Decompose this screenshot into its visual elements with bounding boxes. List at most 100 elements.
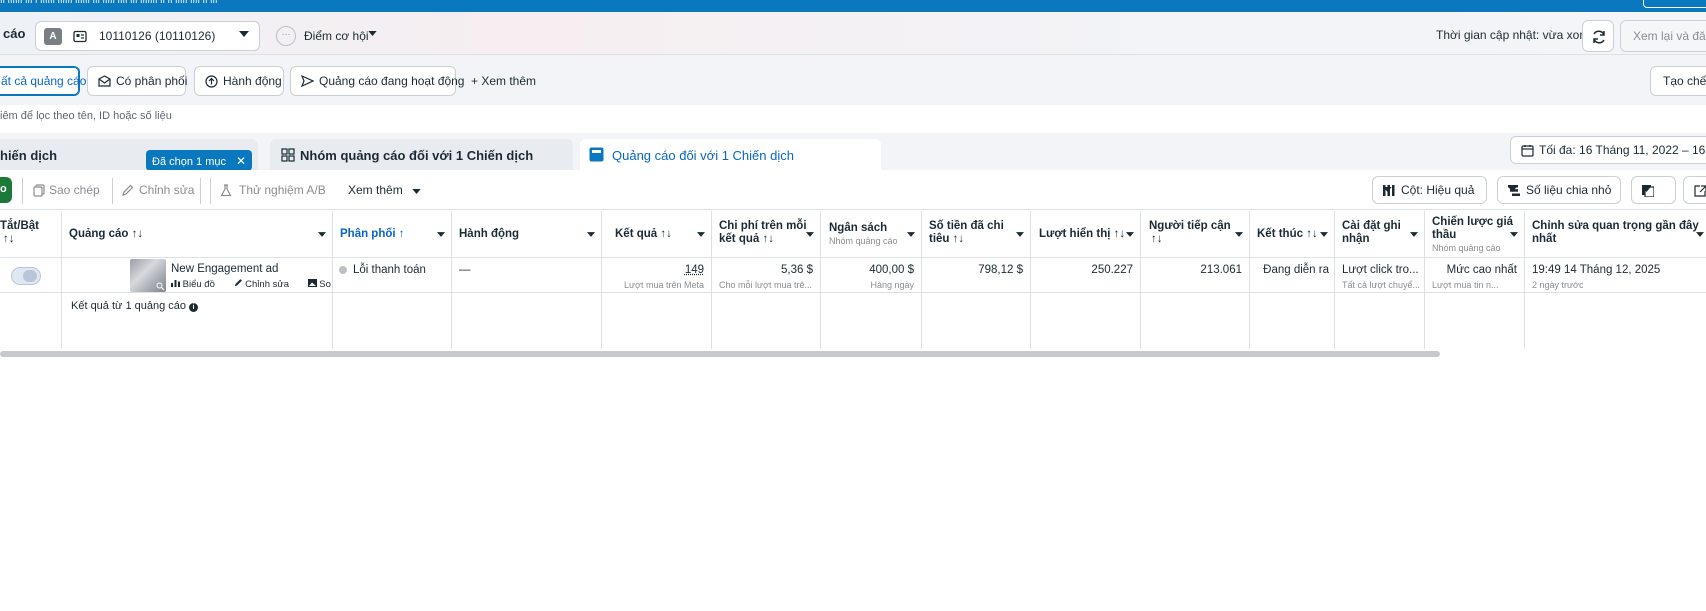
header-budget-sub: Nhóm quảng cáo — [829, 236, 898, 246]
edit-button[interactable]: Chỉnh sửa — [122, 178, 202, 204]
table-row-budget: 400,00 $ Hàng ngày — [821, 258, 922, 293]
breakdown-button[interactable]: Số liệu chia nhỏ — [1497, 176, 1621, 204]
pencil-icon — [234, 279, 242, 287]
delivery-status: Lỗi thanh toán — [339, 264, 426, 276]
edit-label: Chỉnh sửa — [139, 183, 195, 197]
columns-button[interactable]: Cột: Hiệu quả — [1372, 176, 1487, 204]
header-delivery-label: Phân phối ↑ — [340, 228, 405, 240]
level-tabs: hiến dịch Đã chọn 1 mục ✕ Nhóm quảng cáo … — [0, 133, 1706, 171]
filter-delivery[interactable]: Có phân phối — [87, 66, 187, 96]
table-row-delivery: Lỗi thanh toán — [333, 258, 452, 293]
filter-active-ads-label: Quảng cáo đang hoạt động — [319, 74, 465, 88]
ab-test-button[interactable]: Thử nghiệm A/B — [220, 178, 330, 204]
table-row-cost: 5,36 $ Cho mỗi lượt mua trê... — [712, 258, 821, 293]
tab-campaigns-label: hiến dịch — [0, 148, 58, 163]
ab-test-label: Thử nghiệm A/B — [239, 183, 326, 197]
results-value[interactable]: 149 — [685, 264, 704, 276]
search-bar[interactable]: iêm để lọc theo tên, ID hoặc số liệu — [0, 105, 1706, 133]
budget-value: 400,00 $ — [869, 264, 914, 276]
duplicate-label: Sao chép — [49, 183, 100, 197]
toggle-knob — [23, 270, 37, 282]
filter-actions[interactable]: Hành động — [194, 66, 284, 96]
filter-active-ads[interactable]: Quảng cáo đang hoạt động — [290, 66, 464, 96]
header-actions[interactable]: Hành động — [452, 211, 602, 258]
date-range-label: Tối đa: 16 Tháng 11, 2022 – 16 Tháng — [1539, 143, 1706, 157]
selected-badge[interactable]: Đã chọn 1 mục ✕ — [146, 150, 253, 171]
header-spent-line2: tiêu ↑↓ — [929, 233, 965, 245]
export-button[interactable] — [1683, 176, 1706, 204]
chevron-down-icon — [697, 232, 705, 237]
reports-button[interactable] — [1631, 176, 1676, 204]
chevron-down-icon — [1016, 232, 1024, 237]
footer-cell — [333, 293, 452, 349]
impressions-value: 250.227 — [1091, 264, 1133, 276]
edit-link[interactable]: Chỉnh sửa — [234, 279, 298, 290]
tab-adsets-label: Nhóm quảng cáo đối với 1 Chiến dịch — [300, 148, 534, 163]
banner-button[interactable] — [1643, 0, 1706, 8]
header-reach[interactable]: Người tiếp cận ↑↓ — [1141, 211, 1250, 258]
delivery-status-label: Lỗi thanh toán — [353, 264, 426, 276]
ad-thumbnail[interactable] — [130, 259, 166, 292]
tab-ads[interactable]: Quảng cáo đối với 1 Chiến dịch — [580, 139, 881, 170]
divider — [112, 178, 113, 204]
ad-toggle[interactable] — [11, 267, 41, 285]
chevron-down-icon — [1410, 232, 1418, 237]
grid-icon — [281, 148, 295, 162]
header-edit-line1: Chỉnh sửa quan trọng gần đây — [1532, 220, 1699, 232]
chevron-down-icon — [587, 232, 595, 237]
header-ends[interactable]: Kết thúc ↑↓ — [1250, 211, 1335, 258]
header-toggle-label: Tắt/Bật — [0, 220, 39, 232]
header-amount-spent[interactable]: Số tiền đã chi tiêu ↑↓ — [922, 211, 1031, 258]
header-ad[interactable]: Quảng cáo ↑↓ — [62, 211, 333, 258]
create-view-button[interactable]: Tạo chế độ — [1650, 66, 1706, 96]
header-delivery[interactable]: Phân phối ↑ — [333, 211, 452, 258]
opportunity-score-icon: ··· — [276, 26, 296, 46]
search-input[interactable]: iêm để lọc theo tên, ID hoặc số liệu — [0, 110, 172, 122]
calendar-icon — [1521, 145, 1534, 157]
update-status: Thời gian cập nhật: vừa xong — [1436, 28, 1593, 42]
ends-value: Đang diễn ra — [1263, 264, 1329, 276]
header-bid-strategy[interactable]: Chiến lược giá thầu Nhóm quảng cáo — [1425, 211, 1525, 258]
duplicate-button[interactable]: Sao chép — [33, 178, 103, 204]
actions-value: — — [459, 264, 471, 276]
filter-all-ads[interactable]: ất cả quảng cáo — [0, 66, 86, 96]
footer-cell — [1525, 293, 1706, 349]
filter-see-more[interactable]: + Xem thêm — [471, 74, 536, 88]
chevron-down-icon — [437, 232, 445, 237]
create-button[interactable]: o — [0, 177, 12, 203]
header-attribution-line2: nhận — [1342, 233, 1370, 245]
date-range-picker[interactable]: Tối đa: 16 Tháng 11, 2022 – 16 Tháng — [1510, 136, 1706, 164]
header-results-label: Kết quả ↑↓ — [615, 228, 672, 240]
refresh-button[interactable] — [1582, 20, 1614, 52]
image-icon — [307, 279, 317, 287]
header-toggle[interactable]: Tắt/Bật ↑↓ — [0, 211, 62, 258]
header-budget[interactable]: Ngân sách Nhóm quảng cáo — [821, 211, 922, 258]
info-icon[interactable]: i — [189, 303, 199, 312]
table-row-ends: Đang diễn ra — [1250, 258, 1335, 293]
reach-value: 213.061 — [1200, 264, 1242, 276]
tab-campaigns[interactable]: hiến dịch Đã chọn 1 mục ✕ — [0, 139, 258, 171]
close-icon[interactable]: ✕ — [236, 154, 246, 168]
header-last-edit[interactable]: Chỉnh sửa quan trọng gần đây nhất — [1525, 211, 1706, 258]
header-impressions[interactable]: Lượt hiển thị ↑↓ — [1031, 211, 1141, 258]
header-attribution[interactable]: Cài đặt ghi nhận — [1335, 211, 1425, 258]
tab-adsets[interactable]: Nhóm quảng cáo đối với 1 Chiến dịch — [270, 139, 573, 170]
review-publish-button[interactable]: Xem lại và đăng — [1620, 20, 1706, 52]
chevron-down-icon — [412, 189, 421, 194]
chevron-down-icon — [1696, 232, 1704, 237]
divider — [22, 178, 23, 204]
header-results[interactable]: Kết quả ↑↓ — [602, 211, 712, 258]
chart-link[interactable]: Biểu đồ — [171, 279, 223, 290]
attribution-sub: Tất cả lượt chuyể... — [1342, 280, 1420, 290]
ad-name-link[interactable]: New Engagement ad — [171, 263, 278, 275]
chevron-down-icon — [1235, 232, 1243, 237]
horizontal-scrollbar[interactable] — [0, 351, 1440, 357]
header-bid-sub: Nhóm quảng cáo — [1432, 243, 1501, 253]
footer-cell — [0, 293, 62, 349]
table-row-attribution: Lượt click tro... Tất cả lượt chuyể... — [1335, 258, 1425, 293]
account-selector[interactable]: A 10110126 (10110126) — [35, 21, 260, 51]
toolbar-more-button[interactable]: Xem thêm — [348, 183, 421, 197]
footer-cell — [1031, 293, 1141, 349]
header-cost-per-result[interactable]: Chi phí trên mỗi kết quả ↑↓ — [712, 211, 821, 258]
chevron-down-icon — [1320, 232, 1328, 237]
